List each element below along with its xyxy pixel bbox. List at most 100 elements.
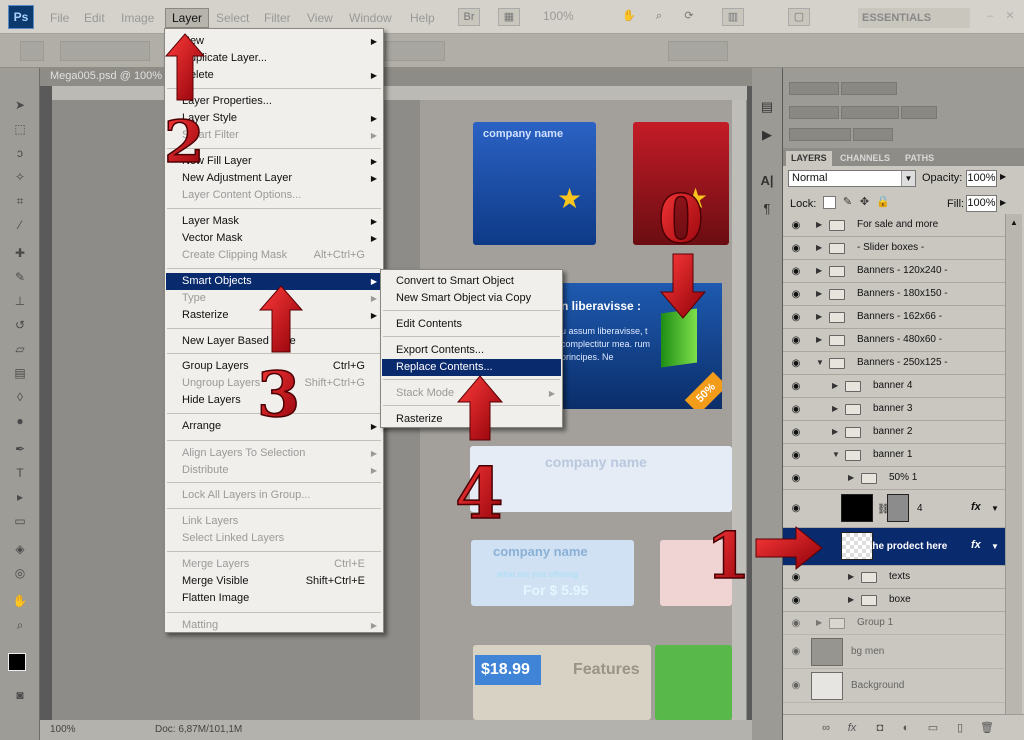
status-zoom[interactable]: 100% (50, 724, 76, 735)
layer-effects-icon[interactable]: fx (971, 501, 981, 513)
expand-arrow-icon[interactable]: ▶ (832, 404, 840, 413)
foreground-color-swatch[interactable] (8, 653, 26, 671)
menu-item-ungroup-layers[interactable]: Ungroup Layers Shift+Ctrl+G (166, 375, 382, 392)
menu-item-align-layers-to-selection[interactable]: Align Layers To Selection ▶ (166, 445, 382, 462)
menu-edit[interactable]: Edit (78, 8, 111, 28)
layer-row-banner-3[interactable]: ◉ ▶ banner 3 (783, 398, 1005, 421)
fill-slider-icon[interactable]: ▶ (1000, 198, 1006, 207)
visibility-eye-icon[interactable]: ◉ (789, 647, 803, 657)
menu-layer[interactable]: Layer (165, 8, 210, 28)
menu-item-new[interactable]: New ▶ (166, 33, 382, 50)
arrange-docs-icon[interactable]: ▥ (722, 8, 744, 26)
menu-item-vector-mask[interactable]: Vector Mask ▶ (166, 230, 382, 247)
menu-file[interactable]: File (44, 8, 75, 28)
layer-row-bg-men[interactable]: ◉ bg men (783, 635, 1005, 669)
menu-help[interactable]: Help (404, 8, 441, 28)
expand-arrow-icon[interactable]: ▶ (816, 618, 824, 627)
layer-row-banners-162x66[interactable]: ◉ ▶ Banners - 162x66 - (783, 306, 1005, 329)
menu-item-create-clipping-mask[interactable]: Create Clipping Mask Alt+Ctrl+G (166, 247, 382, 264)
adjustments-tab[interactable] (789, 128, 851, 141)
visibility-eye-icon[interactable]: ◉ (789, 427, 803, 438)
new-group-icon[interactable]: ▭ (926, 721, 940, 735)
lock-all-icon[interactable]: 🔒 (876, 196, 890, 209)
collapse-arrow-icon[interactable]: ▼ (816, 358, 824, 367)
menu-item-merge-visible[interactable]: Merge Visible Shift+Ctrl+E (166, 573, 382, 590)
refine-edge-button[interactable] (668, 41, 728, 61)
masks-tab[interactable] (853, 128, 893, 141)
move-tool-icon[interactable]: ➤ (10, 96, 30, 114)
visibility-eye-icon[interactable]: ◉ (789, 335, 803, 346)
menu-item-new-fill-layer[interactable]: New Fill Layer ▶ (166, 153, 382, 170)
visibility-eye-icon[interactable]: ◉ (789, 312, 803, 323)
menu-image[interactable]: Image (115, 8, 160, 28)
visibility-eye-icon[interactable]: ◉ (789, 358, 803, 369)
color-tab[interactable] (789, 106, 839, 119)
extras-icon[interactable]: ▦ (498, 8, 520, 26)
menu-item-distribute[interactable]: Distribute ▶ (166, 462, 382, 479)
tab-channels[interactable]: CHANNELS (835, 151, 895, 166)
shape-tool-icon[interactable]: ▭ (10, 512, 30, 530)
expand-arrow-icon[interactable]: ▶ (848, 572, 856, 581)
zoom-icon[interactable]: ⌕ (10, 616, 30, 634)
visibility-eye-icon[interactable]: ◉ (789, 572, 803, 583)
visibility-eye-icon[interactable]: ◉ (789, 450, 803, 461)
layer-row-banner-4[interactable]: ◉ ▶ banner 4 (783, 375, 1005, 398)
crop-tool-icon[interactable]: ⌗ (10, 192, 30, 210)
add-style-icon[interactable]: fx (845, 721, 859, 735)
lock-transparency-icon[interactable] (823, 196, 836, 209)
lasso-tool-icon[interactable]: ↄ (10, 144, 30, 162)
visibility-eye-icon[interactable]: ◉ (789, 618, 803, 629)
effects-toggle-icon[interactable]: ▼ (991, 504, 999, 513)
histogram-tab[interactable] (841, 82, 897, 95)
menu-item-link-layers[interactable]: Link Layers (166, 513, 382, 530)
selection-mode-icons[interactable] (60, 41, 150, 61)
expand-arrow-icon[interactable]: ▶ (816, 289, 824, 298)
tab-paths[interactable]: PATHS (900, 151, 939, 166)
character-icon[interactable]: A| (758, 172, 776, 190)
menu-item-merge-layers[interactable]: Merge Layers Ctrl+E (166, 556, 382, 573)
effects-toggle-icon[interactable]: ▼ (991, 542, 999, 551)
expand-arrow-icon[interactable]: ▶ (832, 381, 840, 390)
menu-item-type[interactable]: Type ▶ (166, 290, 382, 307)
layer-row-texts[interactable]: ◉ ▶ texts (783, 566, 1005, 589)
menu-item-new-adjustment-layer[interactable]: New Adjustment Layer ▶ (166, 170, 382, 187)
layer-row-slider-boxes[interactable]: ◉ ▶ - Slider boxes - (783, 237, 1005, 260)
visibility-eye-icon[interactable]: ◉ (789, 243, 803, 254)
quick-mask-icon[interactable]: ◙ (10, 686, 30, 704)
visibility-eye-icon[interactable]: ◉ (789, 220, 803, 231)
paragraph-icon[interactable]: ¶ (758, 200, 776, 218)
menu-item-matting[interactable]: Matting ▶ (166, 617, 382, 634)
healing-brush-icon[interactable]: ✚ (10, 244, 30, 262)
hand-tool-icon[interactable]: ✋ (618, 8, 640, 26)
layer-row-boxe[interactable]: ◉ ▶ boxe (783, 589, 1005, 612)
tab-layers[interactable]: LAYERS (786, 151, 832, 166)
bridge-icon[interactable]: Br (458, 8, 480, 26)
layer-row-4[interactable]: ◉ ⛓ fx ▼ 4 (783, 490, 1005, 528)
layer-row-background[interactable]: ◉ Background (783, 669, 1005, 703)
menu-item-group-layers[interactable]: Group Layers Ctrl+G (166, 358, 382, 375)
hand-icon[interactable]: ✋ (10, 592, 30, 610)
menu-item-smart-objects[interactable]: Smart Objects ▶ (166, 273, 382, 290)
gradient-tool-icon[interactable]: ▤ (10, 364, 30, 382)
type-tool-icon[interactable]: T (10, 464, 30, 482)
expand-arrow-icon[interactable]: ▶ (848, 595, 856, 604)
brush-tool-icon[interactable]: ✎ (10, 268, 30, 286)
menu-item-rasterize[interactable]: Rasterize ▶ (166, 307, 382, 324)
document-tab[interactable]: Mega005.psd @ 100% (40, 68, 775, 86)
lock-position-icon[interactable]: ✥ (858, 196, 871, 209)
layer-effects-icon[interactable]: fx (971, 539, 981, 551)
menu-window[interactable]: Window (343, 8, 398, 28)
3d-camera-icon[interactable]: ◎ (10, 564, 30, 582)
adjustment-layer-icon[interactable]: ◐ (899, 721, 913, 735)
eraser-tool-icon[interactable]: ▱ (10, 340, 30, 358)
new-layer-icon[interactable]: ▯ (953, 721, 967, 735)
visibility-eye-icon[interactable]: ◉ (789, 404, 803, 415)
blend-mode-select[interactable]: Normal ▼ (788, 170, 916, 187)
history-brush-icon[interactable]: ↺ (10, 316, 30, 334)
expand-arrow-icon[interactable]: ▶ (816, 266, 824, 275)
add-mask-icon[interactable]: ◘ (873, 721, 887, 735)
workspace-select[interactable]: ESSENTIALS (858, 8, 970, 28)
collapse-arrow-icon[interactable]: ▼ (832, 450, 840, 459)
visibility-eye-icon[interactable]: ◉ (789, 595, 803, 606)
screen-mode-icon[interactable]: ▢ (788, 8, 810, 26)
